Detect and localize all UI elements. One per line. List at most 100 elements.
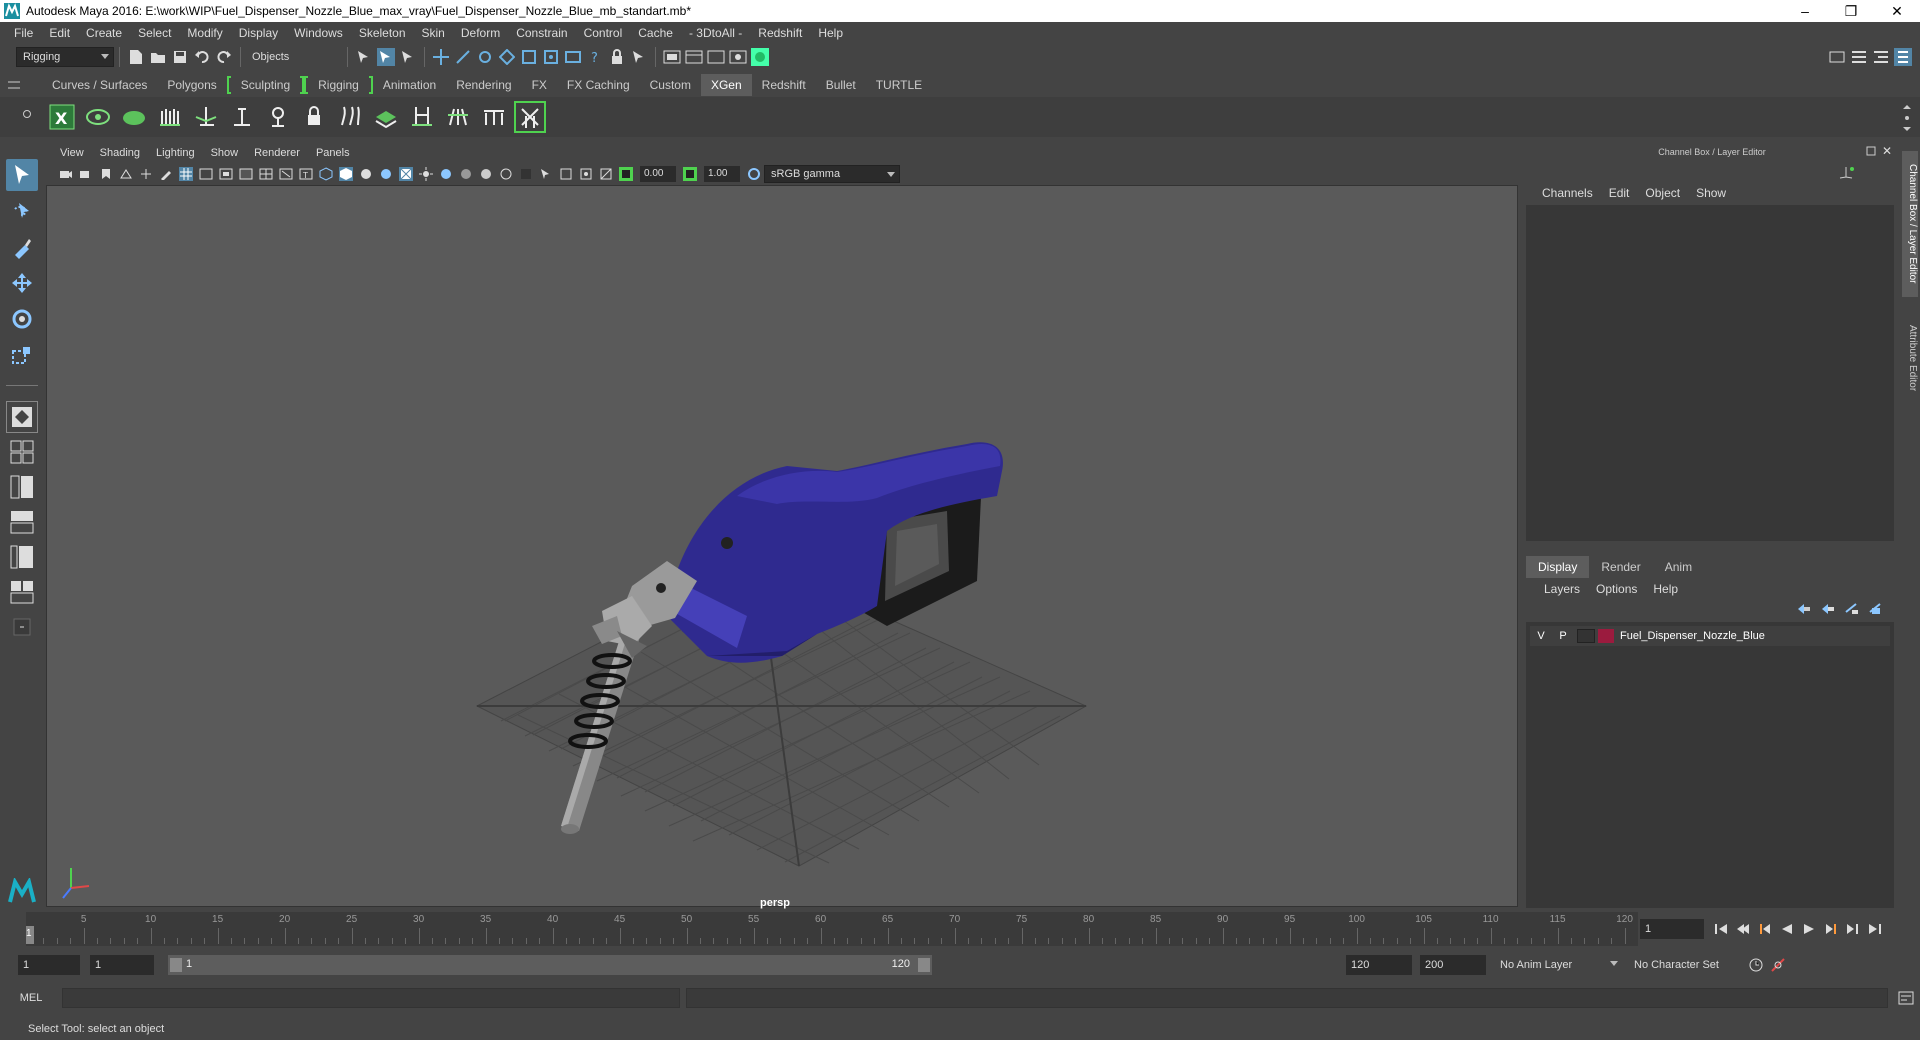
cb-menu-edit[interactable]: Edit <box>1601 186 1638 200</box>
single-perspective-layout-icon[interactable] <box>6 401 38 433</box>
menu-constrain[interactable]: Constrain <box>508 26 575 40</box>
le-menu-help[interactable]: Help <box>1645 582 1686 596</box>
tab-polygons[interactable]: Polygons <box>157 74 226 96</box>
vp-menu-lighting[interactable]: Lighting <box>148 147 203 159</box>
go-to-start-icon[interactable] <box>1711 919 1731 939</box>
snap-point-icon[interactable] <box>476 48 494 66</box>
view-transform-dropdown[interactable]: sRGB gamma <box>764 165 900 183</box>
move-tool-icon[interactable] <box>6 267 38 299</box>
ipr-render-icon[interactable] <box>707 48 725 66</box>
select-tool-icon[interactable] <box>6 159 38 191</box>
float-panel-icon[interactable] <box>1866 146 1876 159</box>
layer-display-type-toggle[interactable] <box>1577 629 1595 643</box>
range-end-handle[interactable] <box>918 958 930 972</box>
select-component-icon[interactable] <box>399 48 417 66</box>
close-window-button[interactable]: ✕ <box>1874 3 1920 20</box>
symmetry-icon[interactable] <box>564 48 582 66</box>
field-chart-icon[interactable] <box>259 167 273 181</box>
snap-curve-icon[interactable] <box>454 48 472 66</box>
snap-grid-icon[interactable] <box>432 48 450 66</box>
redo-icon[interactable] <box>215 48 233 66</box>
playback-end-field[interactable]: 120 <box>1346 955 1412 975</box>
vp-menu-panels[interactable]: Panels <box>308 147 358 159</box>
close-panel-icon[interactable]: ✕ <box>1882 144 1892 158</box>
cb-menu-channels[interactable]: Channels <box>1534 186 1601 200</box>
wireframe-icon[interactable] <box>319 167 333 181</box>
menu-edit[interactable]: Edit <box>41 26 78 40</box>
step-forward-frame-icon[interactable] <box>1821 919 1841 939</box>
scene-canvas[interactable] <box>47 186 1518 907</box>
tab-attribute-editor[interactable]: Attribute Editor <box>1902 308 1918 408</box>
bookmark-icon[interactable] <box>99 167 113 181</box>
safe-action-icon[interactable] <box>279 167 293 181</box>
tab-rendering[interactable]: Rendering <box>446 74 521 96</box>
depth-of-field-icon[interactable] <box>519 167 533 181</box>
tab-render-layers[interactable]: Render <box>1589 556 1652 578</box>
default-material-icon[interactable] <box>359 167 373 181</box>
tab-sculpting[interactable]: Sculpting <box>231 74 300 96</box>
new-layer-selected-icon[interactable] <box>1868 602 1884 619</box>
lasso-tool-icon[interactable] <box>6 195 38 227</box>
resolution-gate-icon[interactable] <box>219 167 233 181</box>
range-slider[interactable]: 1 120 <box>168 955 932 975</box>
step-back-key-icon[interactable] <box>1733 919 1753 939</box>
image-plane-icon[interactable] <box>119 167 133 181</box>
tab-custom[interactable]: Custom <box>640 74 701 96</box>
rotate-tool-icon[interactable] <box>6 303 38 335</box>
render-view-icon[interactable] <box>663 48 681 66</box>
paint-select-tool-icon[interactable] <box>6 231 38 263</box>
xgen-add-guide-icon[interactable] <box>226 101 258 133</box>
safe-title-icon[interactable]: T <box>299 167 313 181</box>
menu-skin[interactable]: Skin <box>414 26 453 40</box>
cb-menu-object[interactable]: Object <box>1637 186 1688 200</box>
scale-tool-icon[interactable] <box>6 339 38 371</box>
undo-icon[interactable] <box>193 48 211 66</box>
anim-layer-dropdown[interactable]: No Anim Layer <box>1494 955 1622 975</box>
color-management-icon[interactable] <box>747 167 761 181</box>
tab-channel-box-layer-editor[interactable]: Channel Box / Layer Editor <box>1902 151 1918 297</box>
menu-windows[interactable]: Windows <box>286 26 351 40</box>
tab-fx[interactable]: FX <box>522 74 557 96</box>
gamma-toggle-icon[interactable] <box>683 167 697 181</box>
menu-3dtoall[interactable]: - 3DtoAll - <box>681 26 750 40</box>
command-input[interactable] <box>62 988 680 1008</box>
menuset-dropdown[interactable]: Rigging <box>16 47 114 67</box>
render-settings-icon[interactable] <box>729 48 747 66</box>
select-object-icon[interactable] <box>377 48 395 66</box>
xgen-smooth-icon[interactable] <box>478 101 510 133</box>
menu-help[interactable]: Help <box>810 26 851 40</box>
animation-preferences-icon[interactable] <box>1768 955 1788 975</box>
character-set-dropdown[interactable]: No Character Set <box>1628 955 1742 975</box>
persp-outliner-layout-icon[interactable] <box>6 471 38 503</box>
xgen-create-description-icon[interactable] <box>118 101 150 133</box>
history-icon[interactable]: ? <box>586 48 604 66</box>
exposure-field[interactable]: 0.00 <box>640 166 676 182</box>
snap-live-icon[interactable] <box>520 48 538 66</box>
lock-icon[interactable] <box>608 48 626 66</box>
animation-start-field[interactable]: 1 <box>18 955 80 975</box>
hypershade-icon[interactable] <box>751 48 769 66</box>
xgen-guides-to-curves-icon[interactable] <box>334 101 366 133</box>
tab-curves-surfaces[interactable]: Curves / Surfaces <box>42 74 157 96</box>
layer-playback-toggle[interactable]: P <box>1552 630 1574 642</box>
toggle-attribute-editor-icon[interactable] <box>1850 48 1868 66</box>
motion-blur-icon[interactable] <box>479 167 493 181</box>
select-hierarchy-icon[interactable] <box>355 48 373 66</box>
shelf-menu-icon[interactable] <box>0 80 28 90</box>
select-highlight-icon[interactable] <box>630 48 648 66</box>
toggle-channel-box-icon[interactable] <box>1894 48 1912 66</box>
xgen-surface-icon[interactable] <box>370 101 402 133</box>
screen-space-ao-icon[interactable] <box>459 167 473 181</box>
tab-xgen[interactable]: XGen <box>700 74 752 96</box>
command-language-toggle[interactable]: MEL <box>0 992 62 1004</box>
tab-fx-caching[interactable]: FX Caching <box>557 74 640 96</box>
four-view-layout-icon[interactable] <box>6 436 38 468</box>
wireframe-on-shaded-icon[interactable] <box>379 167 393 181</box>
persp-uv-layout-icon[interactable] <box>6 576 38 608</box>
range-start-handle[interactable] <box>170 958 182 972</box>
xray-joints-icon[interactable] <box>579 167 593 181</box>
auto-key-icon[interactable] <box>1746 955 1766 975</box>
more-layouts-icon[interactable] <box>6 611 38 643</box>
use-all-lights-icon[interactable] <box>419 167 433 181</box>
open-scene-icon[interactable] <box>149 48 167 66</box>
